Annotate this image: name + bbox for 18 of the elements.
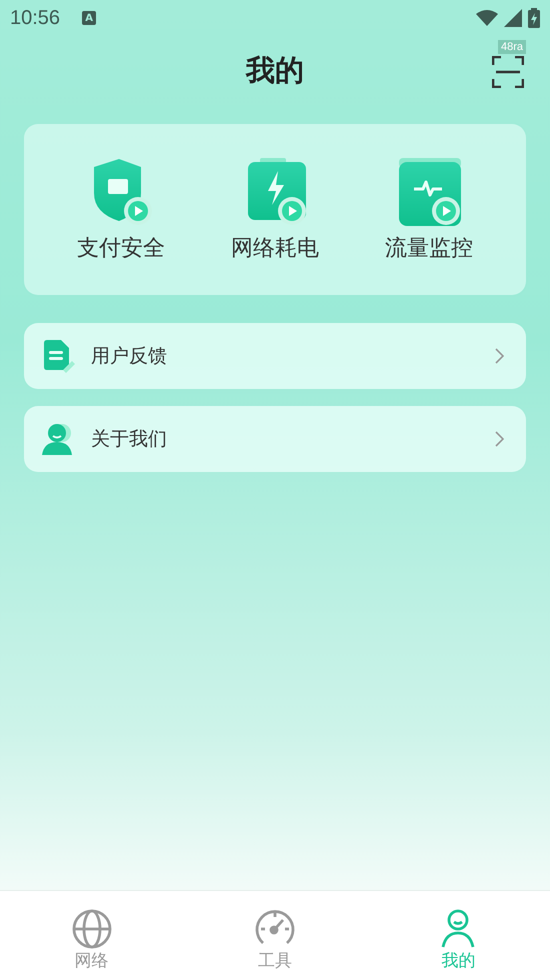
battery-icon bbox=[528, 8, 540, 28]
status-time: 10:56 bbox=[10, 6, 60, 30]
page-title: 我的 bbox=[246, 52, 304, 89]
document-pen-icon bbox=[41, 339, 75, 373]
feature-label[interactable]: 支付安全 bbox=[77, 232, 165, 262]
debug-badge: 48ra bbox=[498, 40, 526, 54]
signal-icon bbox=[504, 9, 522, 27]
globe-icon bbox=[72, 909, 112, 949]
menu-row[interactable]: 用户反馈 bbox=[24, 323, 526, 389]
feature-label[interactable]: 流量监控 bbox=[385, 232, 473, 262]
menu-row[interactable]: 关于我们 bbox=[24, 406, 526, 472]
person-icon bbox=[41, 422, 75, 456]
wifi-icon bbox=[476, 10, 498, 26]
keyboard-badge: A bbox=[82, 11, 96, 25]
chevron-right-icon bbox=[495, 348, 504, 364]
feature-label[interactable]: 网络耗电 bbox=[231, 232, 319, 262]
scan-icon[interactable] bbox=[492, 56, 524, 88]
chevron-right-icon bbox=[495, 431, 504, 447]
